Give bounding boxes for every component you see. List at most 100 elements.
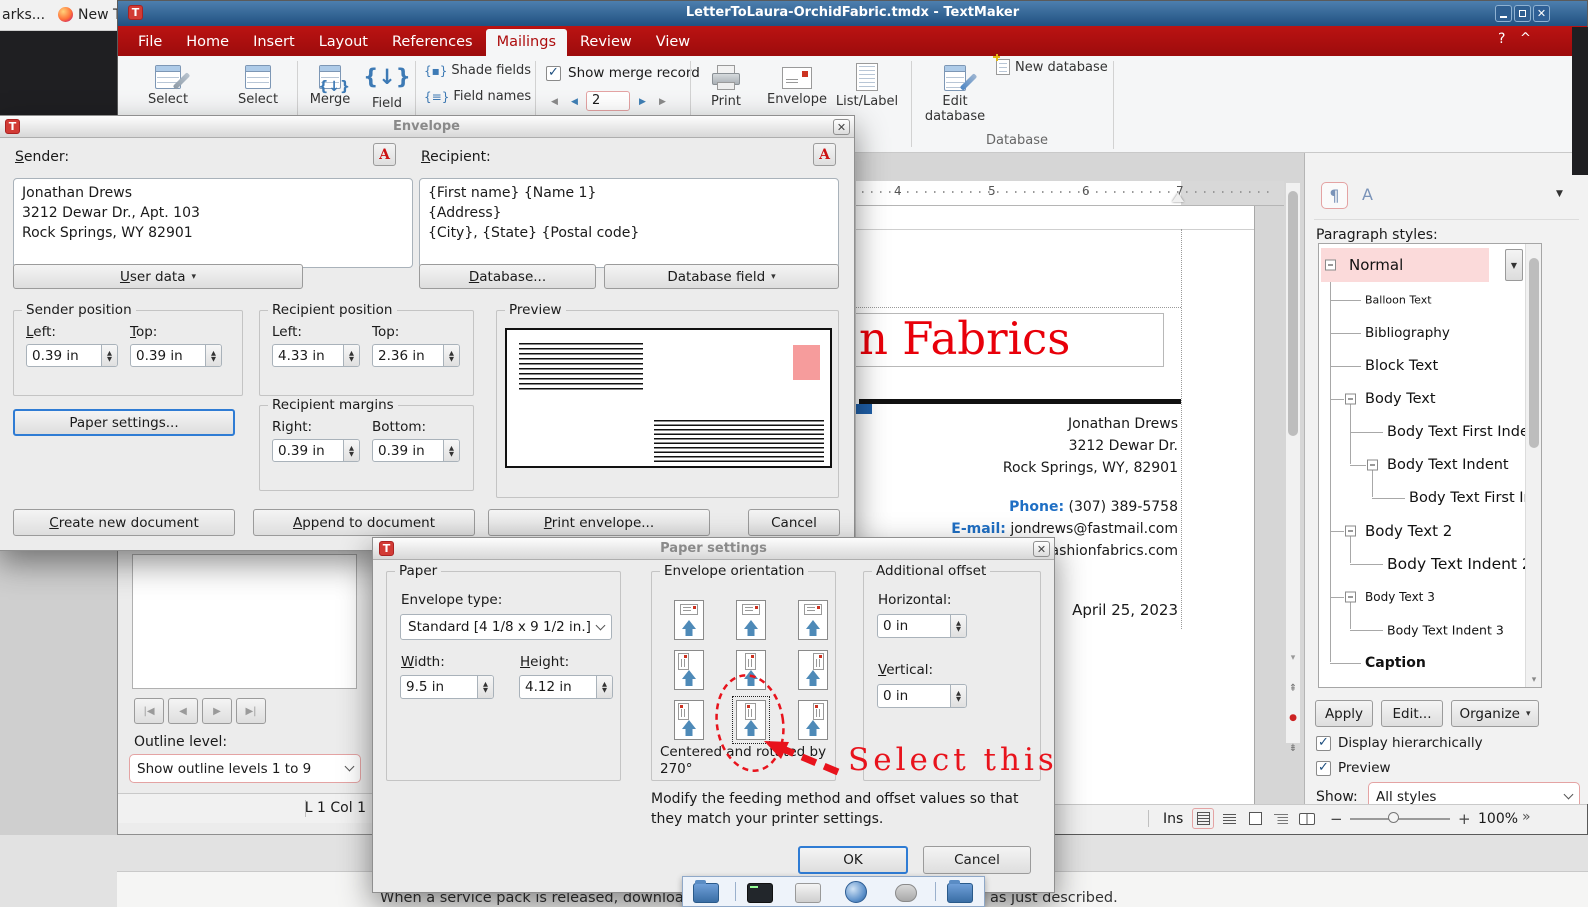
view-fullpage-icon[interactable] bbox=[1244, 808, 1266, 829]
frame-handle[interactable] bbox=[856, 404, 872, 414]
style-item-block-text[interactable]: Block Text bbox=[1319, 349, 1525, 382]
nav-last-button[interactable]: ▶| bbox=[236, 698, 266, 724]
collapse-icon[interactable] bbox=[1345, 393, 1356, 404]
record-number-input[interactable]: 2 bbox=[586, 91, 630, 111]
styles-list[interactable]: Normal▼Balloon TextBibliographyBlock Tex… bbox=[1318, 243, 1542, 688]
collapse-icon[interactable] bbox=[1325, 260, 1336, 271]
status-more-icon[interactable]: » bbox=[1522, 809, 1531, 825]
user-data-button[interactable]: User data▾ bbox=[13, 264, 303, 289]
margin-right-spinner[interactable]: 0.39 in▲▼ bbox=[272, 439, 360, 462]
print-envelope-button[interactable]: Print envelope... bbox=[488, 509, 710, 536]
minimize-button[interactable] bbox=[1495, 5, 1512, 22]
paper-dialog-close-button[interactable]: ✕ bbox=[1033, 541, 1050, 557]
browser-tab-new[interactable]: New T bbox=[78, 7, 122, 23]
envelope-dialog-close-button[interactable]: ✕ bbox=[833, 119, 850, 135]
styles-list-scrollbar-thumb[interactable] bbox=[1529, 258, 1539, 448]
browser-tab-partial[interactable]: arks... bbox=[2, 7, 45, 23]
ribbon-tab-file[interactable]: File bbox=[127, 29, 173, 56]
envelope-cancel-button[interactable]: Cancel bbox=[748, 509, 840, 536]
width-spinner[interactable]: 9.5 in▲▼ bbox=[400, 675, 494, 699]
record-next-button[interactable]: ▶ bbox=[634, 93, 651, 110]
height-spinner[interactable]: 4.12 in▲▼ bbox=[519, 675, 613, 699]
record-last-button[interactable]: ▶ bbox=[654, 93, 671, 110]
spinner-icon[interactable]: ▲▼ bbox=[101, 345, 117, 366]
apply-button[interactable]: Apply bbox=[1315, 700, 1373, 727]
field-names-button[interactable]: {≡}Field names bbox=[424, 89, 531, 104]
database-field-button[interactable]: Database field▾ bbox=[604, 264, 839, 289]
record-prev-button[interactable]: ◀ bbox=[566, 93, 583, 110]
margin-bottom-spinner[interactable]: 0.39 in▲▼ bbox=[372, 439, 460, 462]
nav-first-button[interactable]: |◀ bbox=[134, 698, 164, 724]
folder-icon[interactable] bbox=[693, 883, 719, 903]
style-item-dropdown-icon[interactable]: ▼ bbox=[1505, 249, 1523, 281]
collapse-icon[interactable] bbox=[1345, 525, 1356, 536]
style-item-bibliography[interactable]: Bibliography bbox=[1319, 316, 1525, 349]
character-styles-tab[interactable]: A bbox=[1354, 182, 1381, 209]
ruler[interactable]: 4 5 6 7 bbox=[856, 181, 1284, 206]
horizontal-offset-spinner[interactable]: 0 in▲▼ bbox=[877, 614, 967, 638]
spinner-icon[interactable]: ▲▼ bbox=[477, 676, 493, 698]
spinner-icon[interactable]: ▲▼ bbox=[343, 440, 359, 461]
style-item-body-text-indent-2[interactable]: Body Text Indent 2 bbox=[1319, 547, 1525, 580]
view-book-icon[interactable] bbox=[1296, 808, 1318, 829]
ribbon-tab-mailings[interactable]: Mailings bbox=[486, 29, 567, 56]
style-item-body-text-3[interactable]: Body Text 3 bbox=[1319, 580, 1525, 613]
ribbon-tab-view[interactable]: View bbox=[645, 29, 701, 56]
preview-checkbox[interactable]: Preview bbox=[1316, 760, 1391, 776]
spinner-icon[interactable]: ▲▼ bbox=[205, 345, 221, 366]
view-outline-icon[interactable] bbox=[1270, 808, 1292, 829]
styles-list-scrollbar[interactable]: ▾ bbox=[1525, 244, 1541, 687]
collapse-icon[interactable] bbox=[1345, 591, 1356, 602]
envelope-type-dropdown[interactable]: Standard [4 1/8 x 9 1/2 in.] bbox=[400, 614, 612, 640]
terminal-icon[interactable] bbox=[747, 883, 773, 903]
zoom-in-icon[interactable]: + bbox=[1458, 810, 1471, 828]
ribbon-tab-references[interactable]: References bbox=[381, 29, 484, 56]
zoom-level[interactable]: 100% bbox=[1478, 811, 1518, 827]
recipient-font-button[interactable]: A bbox=[813, 143, 836, 166]
collapse-icon[interactable] bbox=[1367, 459, 1378, 470]
dock-toolbar[interactable] bbox=[682, 876, 985, 907]
sender-left-spinner[interactable]: 0.39 in▲▼ bbox=[26, 344, 118, 367]
browse-target-icon[interactable]: ● bbox=[1286, 713, 1300, 723]
record-first-button[interactable]: ◀ bbox=[546, 93, 563, 110]
maximize-button[interactable] bbox=[1514, 5, 1531, 22]
shade-fields-button[interactable]: {▪}Shade fields bbox=[424, 63, 531, 78]
zoom-slider-knob[interactable] bbox=[1388, 812, 1399, 823]
recipient-textbox[interactable]: {First name} {Name 1} {Address} {City}, … bbox=[419, 178, 839, 268]
sender-textbox[interactable]: Jonathan Drews 3212 Dewar Dr., Apt. 103 … bbox=[13, 178, 413, 268]
create-new-document-button[interactable]: Create new document bbox=[13, 509, 235, 536]
spinner-icon[interactable]: ▲▼ bbox=[343, 345, 359, 366]
drive-icon[interactable] bbox=[795, 883, 821, 903]
spinner-icon[interactable]: ▲▼ bbox=[596, 676, 612, 698]
document-scrollbar-thumb[interactable] bbox=[1288, 191, 1298, 436]
style-item-body-text-indent[interactable]: Body Text Indent bbox=[1319, 448, 1525, 481]
spinner-icon[interactable]: ▲▼ bbox=[443, 440, 459, 461]
browse-up-icon[interactable]: ⇞ bbox=[1286, 683, 1300, 694]
ribbon-tab-home[interactable]: Home bbox=[175, 29, 240, 56]
paper-cancel-button[interactable]: Cancel bbox=[923, 846, 1031, 874]
insert-mode-indicator[interactable]: Ins bbox=[1163, 811, 1183, 827]
style-item-body-text-first-indent[interactable]: Body Text First Indent bbox=[1319, 415, 1525, 448]
display-hierarchically-checkbox[interactable]: Display hierarchically bbox=[1316, 735, 1483, 751]
ribbon-help-icon[interactable]: ? bbox=[1498, 31, 1505, 47]
ribbon-tab-insert[interactable]: Insert bbox=[242, 29, 306, 56]
append-to-document-button[interactable]: Append to document bbox=[253, 509, 475, 536]
globe-icon[interactable] bbox=[845, 881, 867, 903]
zoom-out-icon[interactable]: − bbox=[1330, 810, 1343, 828]
device-icon[interactable] bbox=[895, 884, 917, 902]
show-merge-record-checkbox[interactable]: Show merge record bbox=[546, 65, 700, 81]
style-item-body-text-first-indent[interactable]: Body Text First Indent bbox=[1319, 481, 1525, 514]
ok-button[interactable]: OK bbox=[798, 846, 908, 874]
indent-marker-icon[interactable] bbox=[1172, 193, 1184, 202]
style-item-normal[interactable]: Normal▼ bbox=[1319, 247, 1525, 283]
database-button[interactable]: Database... bbox=[419, 264, 596, 289]
orientation-option-3[interactable] bbox=[798, 600, 828, 640]
paragraph-styles-tab[interactable]: ¶ bbox=[1321, 182, 1348, 209]
organize-button[interactable]: Organize▾ bbox=[1451, 700, 1539, 727]
sender-font-button[interactable]: A bbox=[373, 143, 396, 166]
view-normal-icon[interactable] bbox=[1218, 808, 1240, 829]
ribbon-tab-review[interactable]: Review bbox=[569, 29, 643, 56]
spinner-icon[interactable]: ▲▼ bbox=[443, 345, 459, 366]
style-item-balloon-text[interactable]: Balloon Text bbox=[1319, 283, 1525, 316]
collapse-ribbon-icon[interactable]: ^ bbox=[1520, 31, 1531, 46]
